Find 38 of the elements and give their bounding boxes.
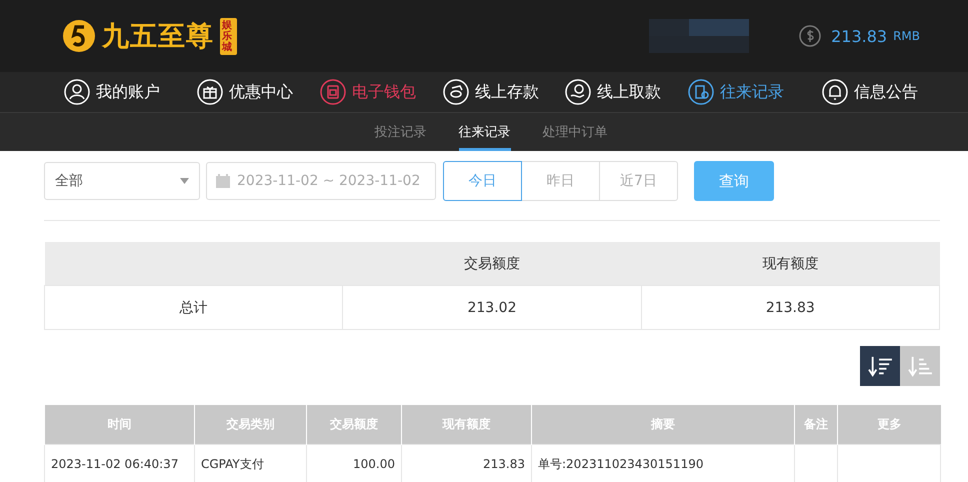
gift-icon (197, 79, 223, 105)
table-cell: 213.83 (641, 286, 940, 330)
logo-text: 九五至尊 (102, 20, 214, 54)
sort-descending-button[interactable] (860, 346, 900, 386)
logo-badge: 娱乐城 (220, 18, 237, 54)
table-cell: 100.00 (353, 457, 395, 471)
logo-emblem-icon (62, 19, 96, 53)
dollar-icon (799, 25, 822, 47)
range-button[interactable]: 今日 (443, 161, 522, 201)
user-icon (64, 79, 90, 105)
sub-tab[interactable]: 处理中订单 (542, 113, 608, 151)
sub-tab[interactable]: 投注记录 (374, 113, 426, 151)
nav-item[interactable]: 电子钱包 (320, 72, 443, 112)
sort-lines-icon (907, 355, 933, 377)
nav-item[interactable]: 我的账户 (64, 72, 197, 112)
type-select[interactable]: 全部 (44, 162, 200, 200)
table-cell: 213.02 (342, 286, 642, 330)
table-cell: 2023-11-02 06:40:37 (51, 457, 178, 471)
calendar-icon (215, 173, 231, 189)
sort-lines-icon (867, 355, 893, 377)
document-clock-icon (688, 79, 714, 105)
nav-item[interactable]: 优惠中心 (197, 72, 320, 112)
table-cell: 213.83 (483, 457, 525, 471)
caret-icon (180, 178, 189, 184)
table-cell: 单号:202311023430151190 (538, 456, 704, 470)
nav-item[interactable]: 线上取款 (565, 72, 688, 112)
nav-item[interactable]: 线上存款 (443, 72, 565, 112)
currency-label: RMB (893, 29, 920, 43)
column-header: 现有额度 (762, 256, 818, 272)
wallet-icon (320, 79, 346, 105)
nav-item[interactable]: 往来记录 (688, 72, 822, 112)
table-cell: 总计 (44, 286, 343, 330)
balance-amount: 213.83 (831, 26, 888, 46)
bell-icon (822, 79, 848, 105)
table-cell: CGPAY支付 (201, 456, 264, 470)
nav-item[interactable]: 信息公告 (822, 72, 942, 112)
column-header: 交易额度 (464, 256, 520, 272)
sub-tab[interactable]: 往来记录 (458, 113, 510, 151)
